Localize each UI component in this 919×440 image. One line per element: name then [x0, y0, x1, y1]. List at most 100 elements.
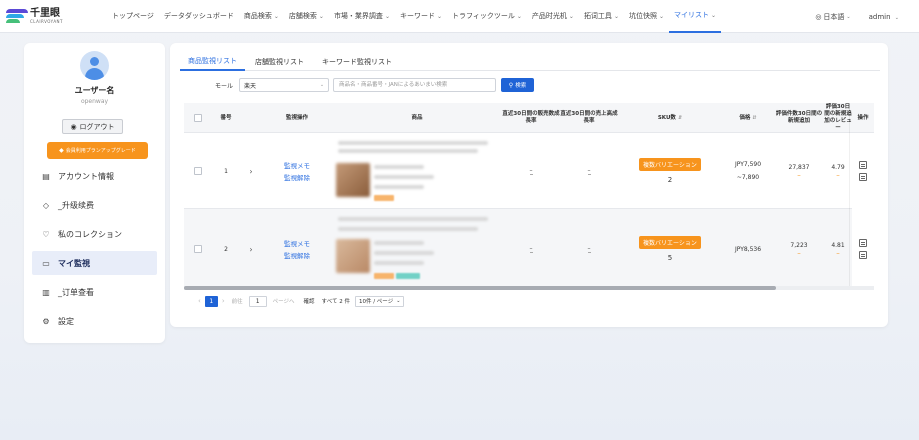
- total-count: すべて 2 件: [321, 299, 350, 305]
- upgrade-icon: ◆: [59, 147, 64, 154]
- chart-icon[interactable]: [859, 161, 867, 169]
- page-number[interactable]: 1: [204, 295, 218, 307]
- nav-item-label: トップページ: [112, 12, 154, 20]
- pagination: ‹ 1 › 前往 1 ページへ 確認 すべて 2 件 10件 / ページ ⌄: [194, 295, 405, 307]
- product-info-blurred[interactable]: [332, 133, 502, 209]
- sidebar-item-5[interactable]: ⚙ 設定: [32, 309, 157, 333]
- id-card-icon: ▤: [42, 171, 50, 181]
- product-info-blurred[interactable]: [332, 209, 502, 289]
- user-menu[interactable]: admin ⌄: [869, 13, 899, 21]
- col-price[interactable]: 価格 ⇵: [722, 103, 774, 133]
- diamond-icon: ◇: [42, 200, 50, 210]
- nav-item-0[interactable]: トップページ: [107, 0, 159, 33]
- rating-new: –: [836, 170, 840, 179]
- expand-chevron-icon[interactable]: ›: [249, 167, 252, 176]
- user-menu-label: admin: [868, 12, 891, 21]
- nav-item-2[interactable]: 商品検索 ⌄: [239, 0, 284, 33]
- monitor-tabs: 商品監視リスト 店舗監視リスト キーワード監視リスト: [180, 53, 880, 71]
- top-navigation-bar: 千里眼 CLAIRVOYANT トップページ データダッシュボード 商品検索 ⌄ 店舗検…: [0, 0, 919, 33]
- revenue-growth-value: –: [587, 166, 591, 175]
- sales-growth-value: –: [529, 166, 533, 175]
- chevron-down-icon: ⌄: [384, 12, 390, 20]
- row-checkbox[interactable]: [194, 245, 202, 253]
- logout-button[interactable]: ◉ ログアウト: [62, 119, 123, 134]
- col-review-count[interactable]: 評価件数30日間の新規追加: [774, 103, 824, 133]
- chevron-down-icon: ⌄: [711, 11, 717, 19]
- sidebar-item-1[interactable]: ◇ _升级续费: [32, 193, 157, 217]
- nav-item-label: トラフィックツール: [452, 12, 515, 20]
- account-sidebar: ユーザー名 openway ◉ ログアウト ◆ 会員利用プランアップグレード ▤…: [24, 43, 165, 343]
- search-icon: ⚲: [508, 81, 514, 89]
- product-thumbnail[interactable]: [336, 239, 370, 273]
- tab-1[interactable]: 店舗監視リスト: [247, 53, 312, 71]
- col-monitor-ops: 監視操作: [285, 114, 308, 121]
- col-actions: 操作: [857, 114, 869, 121]
- col-growth-sales: 直近30日間の販売数成長率: [502, 111, 560, 124]
- nav-item-label: 市場・業界調査: [333, 12, 383, 20]
- upgrade-plan-button[interactable]: ◆ 会員利用プランアップグレード: [47, 142, 148, 159]
- nav-item-7[interactable]: 产品时光机 ⌄: [527, 0, 579, 33]
- product-thumbnail[interactable]: [336, 163, 370, 197]
- username: ユーザー名: [74, 86, 115, 95]
- heart-icon: ♡: [42, 229, 50, 239]
- nav-item-label: マイリスト: [674, 11, 709, 19]
- nav-item-6[interactable]: トラフィックツール ⌄: [447, 0, 527, 33]
- brand-logo[interactable]: 千里眼 CLAIRVOYANT: [6, 8, 96, 24]
- nav-item-3[interactable]: 店舗検索 ⌄: [284, 0, 329, 33]
- search-button[interactable]: ⚲ 検索: [501, 78, 535, 92]
- monitor-memo-link[interactable]: 監視メモ: [284, 238, 310, 248]
- tab-2[interactable]: キーワード監視リスト: [314, 53, 400, 71]
- price-range-end: ~7,890: [736, 174, 760, 181]
- sort-icon: ⇵: [752, 114, 757, 121]
- col-index: 番号: [220, 114, 232, 121]
- sidebar-item-3[interactable]: ▭ マイ監視: [32, 251, 157, 275]
- nav-item-9[interactable]: 坑位快照 ⌄: [624, 0, 669, 33]
- nav-item-label: キーワード: [399, 12, 435, 20]
- sidebar-item-0[interactable]: ▤ アカウント情報: [32, 164, 157, 188]
- monitor-cancel-link[interactable]: 監視解除: [284, 172, 310, 182]
- chevron-down-icon: ⌄: [273, 12, 279, 20]
- nav-item-label: データダッシュボード: [163, 12, 234, 20]
- revenue-growth-value: –: [587, 244, 591, 253]
- horizontal-scrollbar-thumb[interactable]: [184, 286, 776, 290]
- sort-icon: ⇵: [677, 114, 683, 121]
- chevron-down-icon: ⌄: [613, 12, 619, 20]
- language-selector[interactable]: ◎ 日本語 ⌄: [815, 12, 850, 22]
- sidebar-item-2[interactable]: ♡ 私のコレクション: [32, 222, 157, 246]
- mall-select[interactable]: 楽天 ⌄: [239, 78, 330, 92]
- chevron-down-icon: ⌄: [318, 12, 324, 20]
- nav-item-5[interactable]: キーワード ⌄: [395, 0, 447, 33]
- row-checkbox[interactable]: [194, 167, 202, 175]
- chart-icon[interactable]: [859, 239, 867, 247]
- rating-value: 4.79: [831, 163, 845, 171]
- monitor-memo-link[interactable]: 監視メモ: [284, 160, 310, 170]
- select-all-checkbox[interactable]: [194, 114, 202, 122]
- expand-chevron-icon[interactable]: ›: [249, 245, 252, 254]
- review-count: 7,223: [790, 241, 808, 249]
- nav-item-label: 店舗検索: [288, 12, 317, 20]
- page-size-select[interactable]: 10件 / ページ ⌄: [354, 295, 405, 307]
- detail-icon[interactable]: [859, 251, 867, 259]
- nav-item-4[interactable]: 市場・業界調査 ⌄: [329, 0, 395, 33]
- variation-badge: 複数バリエーション: [639, 236, 701, 249]
- nav-item-1[interactable]: データダッシュボード: [159, 0, 239, 33]
- nav-item-10[interactable]: マイリスト ⌄: [669, 0, 722, 33]
- detail-icon[interactable]: [859, 173, 867, 181]
- page-jump-input[interactable]: 1: [248, 295, 267, 307]
- chevron-down-icon: ⌄: [894, 14, 899, 21]
- sidebar-item-4[interactable]: ▥ _订单查看: [32, 280, 157, 304]
- chevron-down-icon: ⌄: [846, 13, 851, 20]
- tab-0[interactable]: 商品監視リスト: [180, 53, 245, 71]
- sku-count: 5: [667, 254, 673, 262]
- col-sku-count[interactable]: SKU数 ⇵: [618, 103, 722, 133]
- page-confirm-button[interactable]: 確認: [304, 297, 315, 305]
- col-review-rating[interactable]: 評価30日間の新規追加のレビュー: [824, 103, 852, 133]
- search-input[interactable]: [333, 78, 497, 92]
- globe-icon: ◎: [815, 12, 822, 21]
- nav-item-label: 商品検索: [243, 12, 272, 20]
- price-value: JPY8,536: [734, 245, 762, 253]
- monitor-cancel-link[interactable]: 監視解除: [284, 250, 310, 260]
- next-page-icon[interactable]: ›: [222, 297, 225, 305]
- prev-page-icon[interactable]: ‹: [198, 297, 201, 305]
- nav-item-8[interactable]: 拓词工具 ⌄: [579, 0, 624, 33]
